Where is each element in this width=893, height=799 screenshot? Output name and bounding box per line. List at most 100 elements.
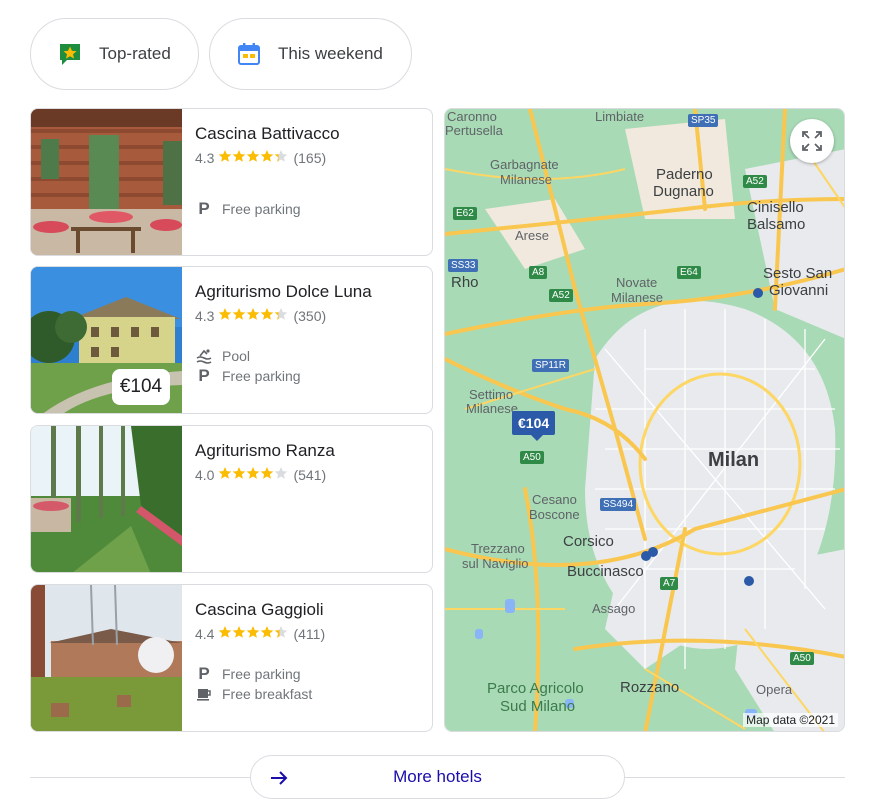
star-icon	[260, 466, 274, 483]
place-label: Pertusella	[445, 123, 503, 138]
parking-icon: P	[198, 366, 210, 385]
hotels-map[interactable]: SP35 A52 E62 SS33 A8 A52 E64 SP11R A50 S…	[444, 108, 845, 732]
place-label: Opera	[756, 682, 793, 697]
amenity-free-parking: P Free parking	[195, 366, 424, 386]
road-label: A52	[743, 175, 767, 188]
place-label: Settimo	[469, 387, 514, 402]
rating-value: 4.3	[195, 149, 215, 166]
parking-icon: P	[198, 664, 210, 683]
place-label: Milanese	[611, 290, 664, 305]
chip-label: This weekend	[278, 44, 383, 63]
amenity-label: Free parking	[222, 201, 301, 217]
star-icon	[260, 625, 274, 642]
star-icon	[232, 625, 246, 642]
hotel-name[interactable]: Agriturismo Ranza	[195, 440, 424, 462]
star-icon	[218, 149, 232, 166]
place-label: Assago	[592, 601, 636, 616]
hotel-photo	[31, 109, 182, 255]
star-icon	[246, 307, 260, 324]
price-badge: €104	[112, 369, 170, 405]
amenity-label: Pool	[222, 348, 251, 364]
star-icon	[274, 307, 288, 324]
star-rating	[218, 625, 288, 642]
hotel-name[interactable]: Agriturismo Dolce Luna	[195, 281, 424, 303]
expand-map-button[interactable]	[790, 119, 834, 163]
place-label: Rozzano	[620, 679, 680, 696]
star-icon	[274, 466, 288, 483]
place-label: Arese	[515, 228, 549, 243]
star-icon	[260, 307, 274, 324]
review-count: (165)	[293, 149, 327, 166]
pool-icon	[195, 347, 213, 365]
price-marker-label: €104	[512, 411, 556, 435]
road-label: A8	[529, 266, 548, 279]
star-icon	[246, 149, 260, 166]
star-icon	[232, 307, 246, 324]
amenity-label: Free parking	[222, 368, 301, 384]
place-label: Novate	[616, 275, 658, 290]
place-label: Rho	[451, 274, 479, 291]
coffee-icon	[195, 685, 213, 703]
road-label: E62	[453, 207, 477, 220]
amenity-pool: Pool	[195, 346, 424, 366]
rating-value: 4.4	[195, 625, 215, 642]
road-label: E64	[677, 266, 701, 279]
place-label: Sud Milano	[500, 698, 576, 715]
road-label: A52	[549, 289, 573, 302]
road-label: A50	[520, 451, 544, 464]
star-rating	[218, 307, 288, 324]
road-label: A7	[660, 577, 679, 590]
road-label: A50	[790, 652, 814, 665]
hotel-card-cascina-battivacco[interactable]: Cascina Battivacco 4.3 (165) P Free park…	[30, 108, 433, 256]
this-weekend-chip[interactable]: This weekend	[209, 18, 412, 90]
star-badge-icon	[57, 41, 83, 67]
place-label: Garbagnate	[490, 157, 559, 172]
star-rating	[218, 466, 288, 483]
road-label: SP11R	[532, 359, 569, 372]
place-label: Cinisello	[747, 199, 804, 216]
top-rated-chip[interactable]: Top-rated	[30, 18, 199, 90]
place-label: Limbiate	[595, 109, 645, 124]
amenity-label: Free breakfast	[222, 686, 313, 702]
rating-value: 4.3	[195, 307, 215, 324]
place-label: Paderno	[656, 166, 713, 183]
star-icon	[218, 625, 232, 642]
place-label: Balsamo	[747, 216, 806, 233]
hotel-card-cascina-gaggioli[interactable]: Cascina Gaggioli 4.4 (411) P Free parkin…	[30, 584, 433, 732]
place-label: Trezzano	[471, 541, 525, 556]
hotel-name[interactable]: Cascina Battivacco	[195, 123, 424, 145]
road-label: SS494	[600, 498, 637, 511]
hotel-card-agriturismo-dolce-luna[interactable]: €104 Agriturismo Dolce Luna 4.3 (350) Po…	[30, 266, 433, 414]
review-count: (411)	[293, 625, 326, 642]
place-label: Sesto San	[763, 265, 833, 282]
star-rating	[218, 149, 288, 166]
star-icon	[246, 466, 260, 483]
map-price-marker[interactable]: €104	[512, 411, 556, 441]
place-label: Dugnano	[653, 183, 714, 200]
more-hotels-label: More hotels	[393, 767, 482, 786]
place-label: Cesano	[532, 492, 577, 507]
star-icon	[218, 466, 232, 483]
city-label-milan: Milan	[708, 449, 760, 471]
rating-value: 4.0	[195, 466, 215, 483]
hotel-card-agriturismo-ranza[interactable]: Agriturismo Ranza 4.0 (541)	[30, 425, 433, 573]
fullscreen-icon	[801, 130, 823, 152]
arrow-right-icon	[267, 766, 291, 790]
hotel-photo	[31, 585, 182, 731]
review-count: (350)	[293, 307, 327, 324]
road-label: SS33	[448, 259, 479, 272]
star-icon	[274, 625, 288, 642]
star-icon	[218, 307, 232, 324]
amenity-free-breakfast: Free breakfast	[195, 684, 424, 704]
place-label: Caronno	[447, 109, 497, 124]
amenity-free-parking: P Free parking	[195, 664, 424, 684]
more-hotels-button[interactable]: More hotels	[250, 755, 625, 799]
star-icon	[232, 149, 246, 166]
hotel-photo	[31, 426, 182, 572]
parking-icon: P	[198, 199, 210, 218]
place-label: Corsico	[563, 533, 614, 550]
hotel-name[interactable]: Cascina Gaggioli	[195, 599, 424, 621]
star-icon	[232, 466, 246, 483]
place-label: Milanese	[466, 401, 519, 416]
road-label: SP35	[688, 114, 719, 127]
